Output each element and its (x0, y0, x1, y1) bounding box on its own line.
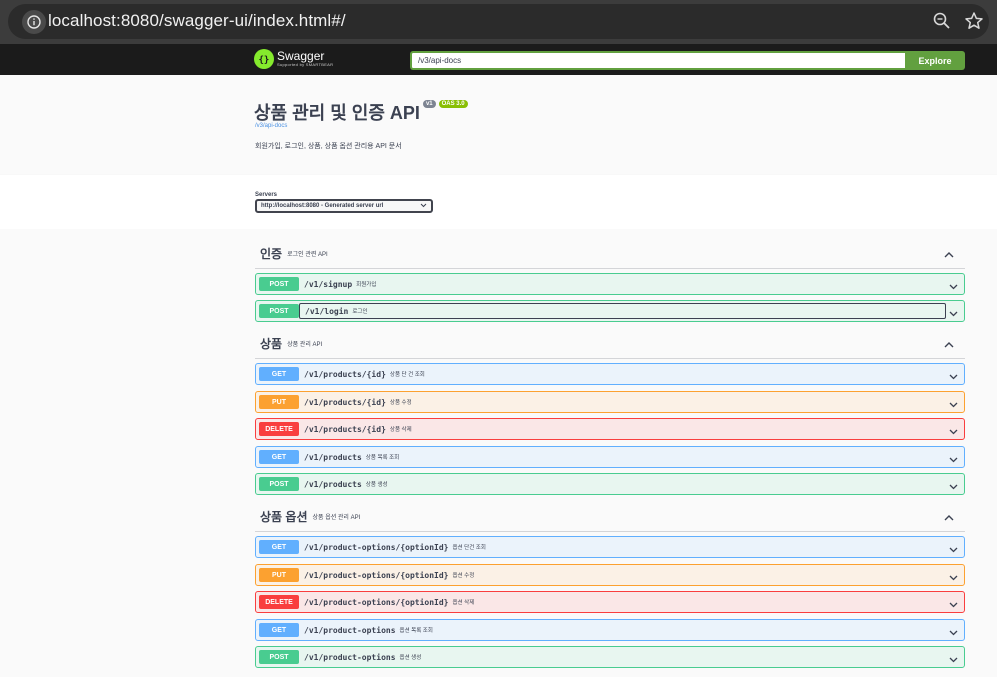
operation-summary: 상품 수정 (389, 400, 412, 406)
method-badge: GET (259, 450, 299, 464)
logo-subtitle: Supported by SMARTBEAR (277, 62, 334, 67)
method-badge: POST (259, 650, 299, 664)
url-text[interactable]: localhost:8080/swagger-ui/index.html#/ (48, 11, 346, 31)
servers-section: Servers http://localhost:8080 - Generate… (0, 175, 997, 229)
operation-path: /v1/products (304, 479, 362, 489)
operation-get-products[interactable]: GET /v1/products 상품 목록 조회 (255, 446, 965, 468)
chevron-down-icon[interactable] (948, 479, 959, 490)
zoom-icon[interactable] (932, 11, 952, 31)
chevron-down-icon[interactable] (948, 424, 959, 435)
oas-badge: OAS 3.0 (438, 100, 468, 108)
servers-selected-value: http://localhost:8080 - Generated server… (261, 203, 384, 209)
tag-description: 상품 옵션 관리 API (312, 515, 361, 521)
operation-path: /v1/product-options/{optionId} (304, 542, 449, 552)
tag-name: 인증 (260, 247, 283, 261)
method-badge: POST (259, 304, 299, 318)
operation-post-options[interactable]: POST /v1/product-options 옵션 생성 (255, 646, 965, 668)
method-badge: GET (259, 623, 299, 637)
chevron-down-icon (420, 203, 427, 210)
focused-summary-box[interactable]: /v1/login 로그인 (299, 303, 946, 319)
operation-put-product[interactable]: PUT /v1/products/{id} 상품 수정 (255, 391, 965, 413)
chevron-down-icon[interactable] (948, 652, 959, 663)
address-bar[interactable]: localhost:8080/swagger-ui/index.html#/ (8, 4, 989, 39)
operation-get-option[interactable]: GET /v1/product-options/{optionId} 옵션 단건… (255, 536, 965, 558)
operation-path: /v1/products/{id} (304, 424, 386, 434)
method-badge: GET (259, 367, 299, 381)
servers-label: Servers (255, 192, 278, 198)
operation-post-signup[interactable]: POST /v1/signup 회원가입 (255, 273, 965, 295)
method-badge: PUT (259, 568, 299, 582)
operation-delete-product[interactable]: DELETE /v1/products/{id} 상품 삭제 (255, 418, 965, 440)
operation-post-products[interactable]: POST /v1/products 상품 생성 (255, 473, 965, 495)
servers-select[interactable]: http://localhost:8080 - Generated server… (255, 199, 433, 213)
api-description: 회원가입, 로그인, 상품, 상품 옵션 관리용 API 문서 (255, 143, 402, 150)
chevron-down-icon[interactable] (948, 542, 959, 553)
api-title: 상품 관리 및 인증 API (254, 103, 420, 123)
operation-summary: 상품 생성 (365, 482, 388, 488)
chevron-down-icon[interactable] (948, 452, 959, 463)
chevron-down-icon[interactable] (948, 279, 959, 290)
tag-name: 상품 옵션 (260, 510, 308, 524)
bookmark-star-icon[interactable] (964, 11, 984, 31)
method-badge: GET (259, 540, 299, 554)
chevron-down-icon[interactable] (948, 597, 959, 608)
tag-header-auth[interactable]: 인증 로그인 관련 API (255, 239, 965, 269)
browser-toolbar: localhost:8080/swagger-ui/index.html#/ (0, 0, 997, 44)
method-badge: POST (259, 277, 299, 291)
operation-path: /v1/products/{id} (304, 369, 386, 379)
explore-button[interactable]: Explore (905, 51, 965, 70)
spec-url-input[interactable] (410, 51, 906, 70)
operation-path: /v1/product-options (304, 625, 396, 635)
swagger-topbar: {} Swagger Supported by SMARTBEAR Explor… (0, 44, 997, 75)
operation-summary: 옵션 목록 조회 (399, 628, 433, 634)
chevron-up-icon[interactable] (943, 511, 955, 523)
operation-path: /v1/product-options/{optionId} (304, 570, 449, 580)
site-info-icon[interactable] (22, 10, 46, 34)
swagger-logo[interactable]: {} Swagger Supported by SMARTBEAR (254, 49, 333, 69)
operation-summary: 회원가입 (356, 282, 377, 288)
operation-summary: 옵션 삭제 (452, 600, 475, 606)
operation-path: /v1/product-options/{optionId} (304, 597, 449, 607)
tag-description: 로그인 관련 API (287, 252, 328, 258)
operation-path: /v1/products (304, 452, 362, 462)
tag-header-product-options[interactable]: 상품 옵션 상품 옵션 관리 API (255, 502, 965, 532)
chevron-up-icon[interactable] (943, 338, 955, 350)
method-badge: DELETE (259, 595, 299, 609)
operation-get-options[interactable]: GET /v1/product-options 옵션 목록 조회 (255, 619, 965, 641)
chevron-down-icon[interactable] (948, 369, 959, 380)
svg-text:{}: {} (259, 56, 270, 66)
operation-path: /v1/product-options (304, 652, 396, 662)
operation-summary: 상품 목록 조회 (365, 455, 400, 461)
operation-post-login[interactable]: POST /v1/login 로그인 (255, 300, 965, 322)
operation-summary: 옵션 단건 조회 (452, 545, 486, 551)
method-badge: POST (259, 477, 299, 491)
spec-link[interactable]: /v3/api-docs (255, 123, 287, 129)
method-badge: PUT (259, 395, 299, 409)
operation-path: /v1/login (305, 306, 349, 316)
chevron-down-icon[interactable] (948, 570, 959, 581)
method-badge: DELETE (259, 422, 299, 436)
operation-summary: 상품 삭제 (389, 427, 412, 433)
operation-get-product[interactable]: GET /v1/products/{id} 상품 단 건 조회 (255, 363, 965, 385)
operation-path: /v1/products/{id} (304, 397, 386, 407)
operation-path: /v1/signup (304, 279, 353, 289)
chevron-up-icon[interactable] (943, 248, 955, 260)
tag-header-products[interactable]: 상품 상품 관리 API (255, 329, 965, 359)
operations-section: 인증 로그인 관련 API POST /v1/signup 회원가입 POST … (0, 229, 997, 677)
operation-put-option[interactable]: PUT /v1/product-options/{optionId} 옵션 수정 (255, 564, 965, 586)
chevron-down-icon[interactable] (948, 625, 959, 636)
operation-summary: 상품 단 건 조회 (389, 372, 425, 378)
operation-summary: 옵션 수정 (452, 573, 475, 579)
version-badge: v1 (422, 100, 436, 108)
chevron-down-icon[interactable] (948, 306, 959, 317)
chevron-down-icon[interactable] (948, 397, 959, 408)
tag-description: 상품 관리 API (287, 342, 323, 348)
operation-summary: 옵션 생성 (399, 655, 422, 661)
tag-name: 상품 (260, 337, 283, 351)
logo-name: Swagger (277, 49, 325, 63)
operation-delete-option[interactable]: DELETE /v1/product-options/{optionId} 옵션… (255, 591, 965, 613)
api-info: 상품 관리 및 인증 API v1 OAS 3.0 /v3/api-docs 회… (0, 75, 997, 175)
swagger-logo-icon: {} (254, 49, 274, 69)
operation-summary: 로그인 (352, 309, 368, 315)
